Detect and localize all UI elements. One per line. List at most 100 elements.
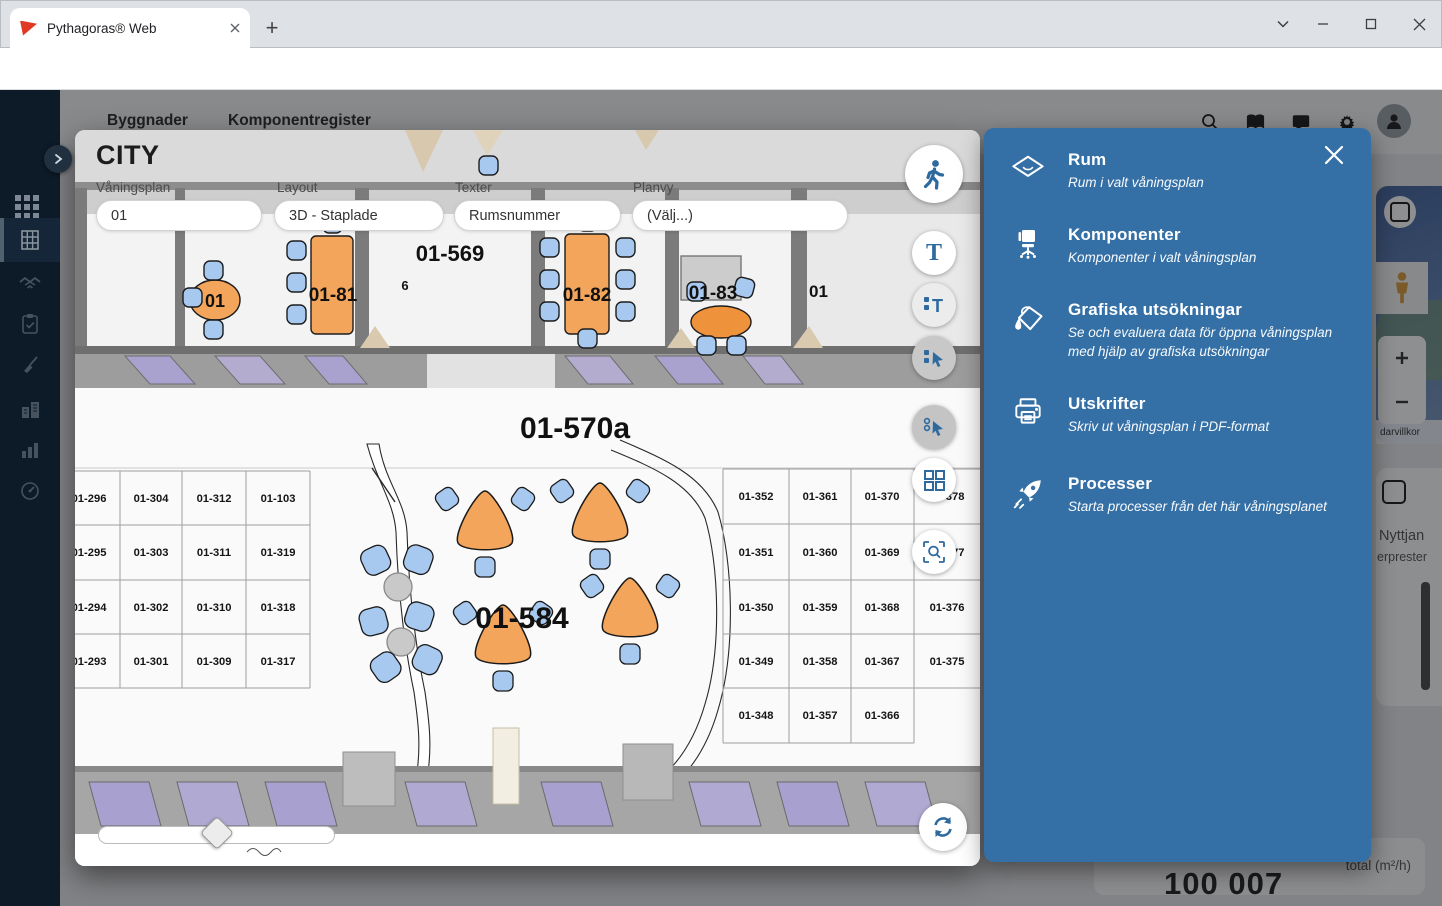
browser-toolbar: pim.pythagoras.se/py_datamanager_interna… xyxy=(0,48,1442,132)
grid-view-button[interactable] xyxy=(912,458,956,502)
svg-text:01-310: 01-310 xyxy=(197,602,232,614)
texter-select[interactable]: Rumsnummer xyxy=(454,200,621,231)
sidebar-item-handshake[interactable] xyxy=(0,261,60,305)
panel-item-subtitle: Se och evaluera data för öppna våningspl… xyxy=(1068,325,1333,359)
walk-mode-button[interactable] xyxy=(905,145,963,203)
select-circles-tool-button[interactable] xyxy=(912,405,956,449)
panel-item-title: Utskrifter xyxy=(1068,393,1146,413)
vaningsplan-select[interactable]: 01 xyxy=(96,200,262,231)
floor-slider[interactable] xyxy=(98,816,335,850)
svg-text:01-368: 01-368 xyxy=(865,602,900,614)
planvy-label: Planvy xyxy=(633,180,674,195)
svg-text:01-296: 01-296 xyxy=(75,493,106,505)
panel-close-icon[interactable] xyxy=(1319,140,1349,170)
floorplan-actions-panel: Rum Rum i valt våningsplan Komponenter K… xyxy=(984,128,1371,862)
window-minimize-button[interactable] xyxy=(1308,10,1338,38)
planvy-select[interactable]: (Välj...) xyxy=(632,200,848,231)
room-label: 6 xyxy=(401,278,408,293)
room-label: 01-569 xyxy=(416,241,485,266)
panel-item-title: Komponenter xyxy=(1068,225,1181,245)
svg-text:01-301: 01-301 xyxy=(134,656,169,668)
sidebar-item-buildings[interactable] xyxy=(0,218,60,262)
apps-grid-icon[interactable] xyxy=(14,194,40,220)
svg-text:01-294: 01-294 xyxy=(75,602,107,614)
tab-title: Pythagoras® Web xyxy=(47,20,157,36)
text-tool-icon: T xyxy=(925,239,942,266)
panel-item-rum[interactable]: Rum Rum i valt våningsplan xyxy=(1004,150,1347,192)
zoom-area-button[interactable] xyxy=(912,530,956,574)
svg-text:01-366: 01-366 xyxy=(865,710,900,722)
panel-item-title: Processer xyxy=(1068,474,1153,494)
svg-text:01-318: 01-318 xyxy=(261,602,296,614)
svg-text:01-352: 01-352 xyxy=(739,491,774,503)
svg-text:01-361: 01-361 xyxy=(803,491,838,503)
text-list-tool-button[interactable]: T xyxy=(912,283,956,327)
list-cursor-icon xyxy=(924,350,943,367)
panel-item-subtitle: Komponenter i valt våningsplan xyxy=(1068,250,1257,266)
room-label: 01 xyxy=(205,291,225,311)
sidebar-item-reports[interactable] xyxy=(0,428,60,472)
room-label: 01-584 xyxy=(475,602,569,635)
panel-item-subtitle: Skriv ut våningsplan i PDF-format xyxy=(1068,418,1270,434)
sidebar-item-cleaning-broom[interactable] xyxy=(0,343,60,387)
panel-item-komponenter[interactable]: Komponenter Komponenter i valt våningspl… xyxy=(1004,225,1347,267)
floorplan-card: 01 01-81 01-569 6 01-82 01-83 01 01-570a… xyxy=(75,130,980,866)
svg-text:01-311: 01-311 xyxy=(197,547,231,559)
svg-text:01-359: 01-359 xyxy=(803,602,838,614)
paint-bucket-icon xyxy=(1004,300,1052,336)
layout-select[interactable]: 3D - Staplade xyxy=(274,200,444,231)
panel-item-subtitle: Starta processer från det här våningspla… xyxy=(1068,499,1327,515)
svg-text:01-302: 01-302 xyxy=(134,602,169,614)
panel-item-title: Grafiska utsökningar xyxy=(1068,300,1243,320)
svg-text:01-103: 01-103 xyxy=(261,493,296,505)
svg-text:01-317: 01-317 xyxy=(261,656,296,668)
svg-text:01-370: 01-370 xyxy=(865,491,900,503)
printer-icon xyxy=(1004,394,1052,428)
building-title: CITY xyxy=(96,140,160,170)
room-label: 01-570a xyxy=(520,412,630,445)
window-maximize-button[interactable] xyxy=(1356,10,1386,38)
svg-text:01-349: 01-349 xyxy=(739,656,774,668)
browser-tab[interactable]: Pythagoras® Web xyxy=(10,8,250,48)
svg-text:01-293: 01-293 xyxy=(75,656,106,668)
tab-close-icon[interactable] xyxy=(230,23,240,33)
floorplan-canvas[interactable]: 01 01-81 01-569 6 01-82 01-83 01 01-570a… xyxy=(75,130,980,866)
sidebar-expand-chevron-icon[interactable] xyxy=(44,145,72,173)
pythagoras-logo-icon xyxy=(20,20,37,36)
svg-text:01-375: 01-375 xyxy=(930,656,965,668)
panel-item-processer[interactable]: Processer Starta processer från det här … xyxy=(1004,474,1347,516)
room-label: 01 xyxy=(809,282,828,301)
text-list-icon: T xyxy=(924,296,943,316)
svg-text:01-295: 01-295 xyxy=(75,547,106,559)
svg-text:T: T xyxy=(932,296,943,316)
sidebar-item-clipboard[interactable] xyxy=(0,302,60,346)
text-tool-button[interactable]: T xyxy=(912,231,956,275)
panel-item-grafiska[interactable]: Grafiska utsökningar Se och evaluera dat… xyxy=(1004,300,1347,360)
room-label: 01-81 xyxy=(309,285,358,306)
svg-text:01-358: 01-358 xyxy=(803,656,838,668)
grid-squares-icon xyxy=(924,470,945,491)
svg-text:01-319: 01-319 xyxy=(261,547,296,559)
svg-text:01-348: 01-348 xyxy=(739,710,774,722)
sidebar-item-properties[interactable] xyxy=(0,387,60,431)
vaningsplan-label: Våningsplan xyxy=(96,180,171,195)
new-tab-button[interactable]: + xyxy=(258,14,286,42)
room-label: 01-83 xyxy=(689,283,738,304)
tab-search-chevron-icon[interactable] xyxy=(1268,10,1298,38)
select-list-tool-button[interactable] xyxy=(912,336,956,380)
window-close-button[interactable] xyxy=(1404,10,1434,38)
panel-item-utskrifter[interactable]: Utskrifter Skriv ut våningsplan i PDF-fo… xyxy=(1004,394,1347,436)
texter-label: Texter xyxy=(455,180,492,195)
sidebar-item-dashboard-gauge[interactable] xyxy=(0,469,60,513)
svg-text:01-376: 01-376 xyxy=(930,602,965,614)
svg-text:01-351: 01-351 xyxy=(739,547,774,559)
room-label: 01-82 xyxy=(563,285,612,306)
walking-person-icon xyxy=(923,160,945,190)
svg-text:01-369: 01-369 xyxy=(865,547,900,559)
zoom-area-icon xyxy=(923,541,945,563)
panel-item-subtitle: Rum i valt våningsplan xyxy=(1068,175,1204,190)
rotate-view-button[interactable] xyxy=(919,803,967,851)
svg-text:01-360: 01-360 xyxy=(803,547,838,559)
office-chair-icon xyxy=(1004,225,1052,261)
panel-item-title: Rum xyxy=(1068,150,1107,169)
